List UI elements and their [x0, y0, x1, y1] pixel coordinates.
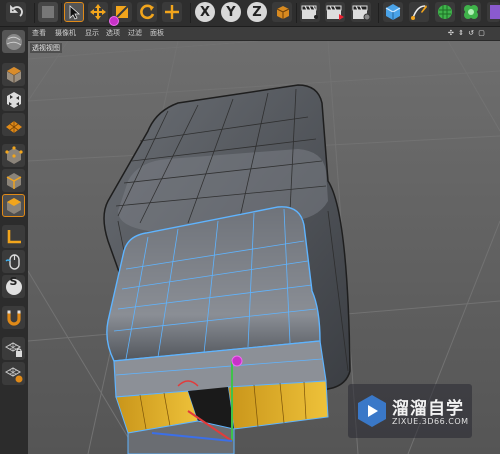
menu-options[interactable]: 选项 — [106, 27, 120, 40]
grid-icon — [42, 6, 54, 18]
move-arrows-icon — [90, 4, 106, 20]
sculpt-brush-icon — [5, 33, 22, 50]
pen-spline-icon — [411, 5, 427, 20]
polygons-mode-button[interactable] — [2, 194, 25, 217]
menu-panel[interactable]: 面板 — [150, 27, 164, 40]
tweak-mode-button[interactable] — [2, 250, 25, 273]
edges-cube-icon — [6, 172, 21, 189]
deformer-button[interactable] — [487, 2, 500, 22]
menu-cameras[interactable]: 摄像机 — [55, 27, 76, 40]
clapperboard-gear-icon — [352, 5, 371, 21]
clapperboard-play-icon — [326, 5, 344, 20]
workplane-lock-button[interactable] — [2, 362, 25, 385]
watermark-badge: 溜溜自学 ZIXUE.3D66.COM — [348, 384, 472, 438]
viewport-menubar: 查看 摄像机 显示 选项 过滤 面板 ✣ ⇕ ↺ ▢ — [28, 27, 500, 41]
render-view-button[interactable] — [300, 2, 320, 22]
axis-mode-button[interactable] — [2, 225, 25, 248]
axis-corner-icon — [7, 229, 21, 243]
menu-filter[interactable]: 过滤 — [128, 27, 142, 40]
grid-button[interactable] — [38, 2, 58, 22]
magnet-icon — [6, 310, 21, 326]
perspective-viewport[interactable]: 透视视图 溜溜自学 ZIXUE.3D66.COM — [28, 41, 500, 454]
rotate-icon — [140, 4, 155, 20]
viewport-title: 透视视图 — [30, 43, 62, 53]
undo-button[interactable] — [6, 2, 26, 22]
select-tool-button[interactable] — [64, 2, 84, 22]
move-tool-button[interactable] — [88, 2, 108, 22]
left-toolbar: S — [0, 27, 29, 454]
subdivision-surface-icon — [438, 5, 452, 19]
cursor-arrow-icon — [69, 5, 81, 20]
subdivision-surface-button[interactable] — [435, 2, 455, 22]
coordinate-system-icon — [276, 6, 290, 19]
add-cube-button[interactable] — [383, 2, 403, 22]
x-axis-label: X — [195, 2, 215, 22]
model-mode-button[interactable] — [2, 63, 25, 86]
checker-cube-icon — [6, 91, 21, 108]
polygons-cube-icon — [6, 197, 21, 214]
x-axis-toggle[interactable]: X — [195, 2, 215, 22]
transform-cross-icon — [165, 5, 179, 19]
watermark-url: ZIXUE.3D66.COM — [392, 417, 469, 426]
viewport-nav-icons[interactable]: ✣ ⇕ ↺ ▢ — [448, 27, 486, 40]
grid-lock-orange-icon — [4, 366, 22, 382]
render-settings-button[interactable] — [351, 2, 371, 22]
points-cube-icon — [4, 145, 23, 164]
transform-tool-button[interactable] — [162, 2, 182, 22]
main-toolbar: X Y Z — [0, 0, 500, 27]
z-axis-label: Z — [247, 2, 267, 22]
deformer-icon — [489, 5, 500, 19]
points-mode-button[interactable] — [2, 144, 25, 167]
brush-preview-button[interactable] — [2, 30, 25, 53]
green-cluster-icon — [464, 5, 478, 19]
spline-pen-button[interactable] — [409, 2, 429, 22]
y-axis-label: Y — [221, 2, 241, 22]
texture-mode-button[interactable] — [2, 88, 25, 111]
array-generator-button[interactable] — [461, 2, 481, 22]
menu-display[interactable]: 显示 — [85, 27, 99, 40]
render-to-picture-viewer-button[interactable] — [325, 2, 345, 22]
mouse-tweak-icon — [5, 253, 20, 270]
undo-icon — [10, 5, 23, 17]
snap-toggle-button[interactable]: S — [2, 275, 25, 298]
cube-primitive-icon — [385, 4, 401, 20]
mouse-cursor-indicator — [109, 16, 119, 26]
clapperboard-icon — [301, 5, 318, 19]
snap-label: S — [9, 275, 18, 288]
workplane-button[interactable] — [2, 113, 25, 136]
menu-view[interactable]: 查看 — [32, 27, 46, 40]
watermark-title: 溜溜自学 — [392, 399, 464, 419]
coordinate-system-button[interactable] — [272, 2, 292, 22]
grid-lock-icon — [4, 341, 22, 357]
front-box-mesh — [106, 206, 329, 454]
y-axis-toggle[interactable]: Y — [221, 2, 241, 22]
enable-lock-button[interactable] — [2, 337, 25, 360]
grid-plane-icon — [5, 120, 22, 133]
watermark-logo-icon — [358, 395, 386, 427]
edges-mode-button[interactable] — [2, 169, 25, 192]
z-axis-toggle[interactable]: Z — [247, 2, 267, 22]
model-cube-icon — [6, 66, 21, 83]
magnet-tool-button[interactable] — [2, 306, 25, 329]
viewport-cursor-indicator — [231, 355, 243, 367]
rotate-tool-button[interactable] — [137, 2, 157, 22]
